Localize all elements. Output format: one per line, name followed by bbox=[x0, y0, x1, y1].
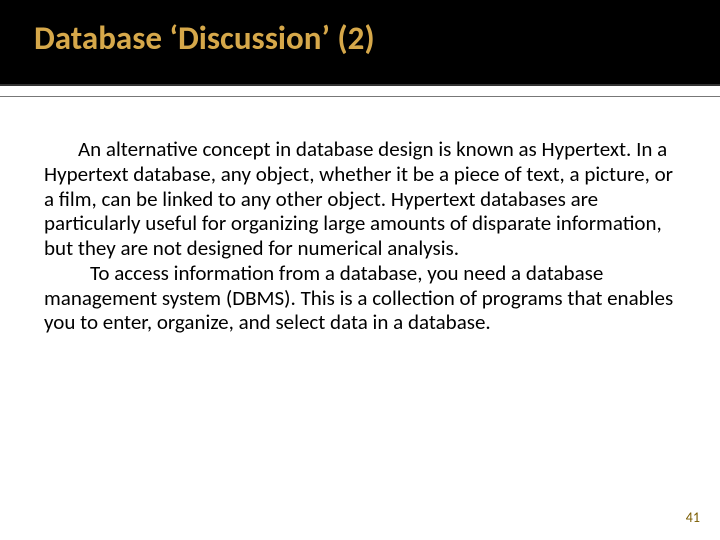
body-content: An alternative concept in database desig… bbox=[0, 97, 720, 335]
title-band: Database ‘Discussion’ (2) bbox=[0, 0, 720, 86]
paragraph-2: To access information from a database, y… bbox=[44, 261, 676, 335]
page-number: 41 bbox=[686, 509, 700, 526]
slide-title: Database ‘Discussion’ (2) bbox=[34, 18, 720, 58]
paragraph-1-text: An alternative concept in database desig… bbox=[44, 136, 673, 261]
paragraph-1: An alternative concept in database desig… bbox=[44, 137, 676, 261]
paragraph-2-text: To access information from a database, y… bbox=[44, 260, 673, 336]
